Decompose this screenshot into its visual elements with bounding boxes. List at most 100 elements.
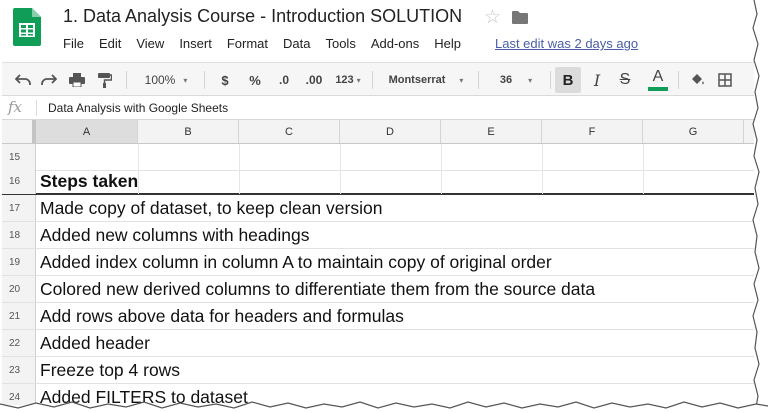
row-number[interactable]: 17 <box>2 195 36 221</box>
column-header-d[interactable]: D <box>340 120 441 143</box>
menu-add-ons[interactable]: Add-ons <box>371 36 419 51</box>
row-number[interactable]: 20 <box>2 276 36 302</box>
menu-view[interactable]: View <box>136 36 164 51</box>
table-row: 21 Add rows above data for headers and f… <box>2 303 754 330</box>
folder-icon[interactable] <box>512 11 528 24</box>
grid-line <box>542 144 543 194</box>
font-family-select[interactable]: Montserrat ▾ <box>380 63 472 97</box>
toolbar-divider <box>204 71 205 89</box>
borders-icon[interactable] <box>714 63 736 97</box>
menu-data[interactable]: Data <box>283 36 310 51</box>
table-row: 20 Colored new derived columns to differ… <box>2 276 754 303</box>
table-row: 18 Added new columns with headings <box>2 222 754 249</box>
grid-line <box>239 144 240 194</box>
text-color-button[interactable]: A <box>646 63 670 97</box>
cell-a21[interactable]: Add rows above data for headers and form… <box>40 306 404 327</box>
row-number[interactable]: 19 <box>2 249 36 275</box>
column-header-row: A B C D E F G <box>2 120 754 144</box>
chevron-down-icon: ▾ <box>528 75 533 85</box>
bold-button[interactable]: B <box>555 67 581 93</box>
table-row: 19 Added index column in column A to mai… <box>2 249 754 276</box>
last-edit-link[interactable]: Last edit was 2 days ago <box>495 36 638 51</box>
zoom-value: 100% <box>144 73 176 87</box>
cell-a22[interactable]: Added header <box>40 333 150 354</box>
row-number[interactable]: 16 <box>2 168 36 194</box>
font-size-value: 36 <box>499 74 513 86</box>
menu-edit[interactable]: Edit <box>99 36 121 51</box>
column-header-c[interactable]: C <box>239 120 340 143</box>
row-number[interactable]: 18 <box>2 222 36 248</box>
fill-color-icon[interactable] <box>686 63 708 97</box>
decrease-decimal-label: .0 <box>278 73 289 87</box>
menu-format[interactable]: Format <box>227 36 268 51</box>
grid-line <box>643 144 644 194</box>
formula-input[interactable]: Data Analysis with Google Sheets <box>48 101 228 115</box>
menu-bar: File Edit View Insert Format Data Tools … <box>63 36 638 51</box>
row-number[interactable]: 23 <box>2 357 36 383</box>
table-row: 23 Freeze top 4 rows <box>2 357 754 384</box>
star-icon[interactable]: ☆ <box>484 6 501 29</box>
currency-format-button[interactable]: $ <box>214 63 236 97</box>
toolbar-divider <box>550 71 551 89</box>
decrease-decimal-button[interactable]: .0 <box>272 63 296 97</box>
font-family-value: Montserrat <box>388 74 446 86</box>
redo-icon[interactable] <box>38 63 60 97</box>
toolbar: 100% ▾ $ % .0 .00 123 ▾ Montserrat ▾ 36 ▾ B … <box>2 62 754 96</box>
toolbar-divider <box>126 71 127 89</box>
select-all-corner[interactable] <box>2 120 36 143</box>
column-header-b[interactable]: B <box>138 120 239 143</box>
torn-edge-right <box>752 0 768 413</box>
cell-a19[interactable]: Added index column in column A to mainta… <box>40 252 552 273</box>
column-header-f[interactable]: F <box>542 120 643 143</box>
row-number[interactable]: 15 <box>2 144 36 170</box>
grid-line <box>138 144 139 194</box>
cell-a16[interactable]: Steps taken <box>40 171 138 192</box>
menu-file[interactable]: File <box>63 36 84 51</box>
table-row: 16 Steps taken <box>2 168 754 195</box>
percent-format-button[interactable]: % <box>242 63 268 97</box>
chevron-down-icon: ▾ <box>459 75 464 85</box>
grid-line <box>441 144 442 194</box>
menu-tools[interactable]: Tools <box>325 36 355 51</box>
zoom-select[interactable]: 100% ▾ <box>136 63 196 97</box>
cell-a20[interactable]: Colored new derived columns to different… <box>40 279 595 300</box>
title-area: 1. Data Analysis Course - Introduction S… <box>2 0 754 62</box>
fx-icon: fx <box>8 98 23 116</box>
torn-edge-bottom <box>0 401 768 413</box>
more-formats-label: 123 <box>335 74 354 86</box>
font-size-select[interactable]: 36 ▾ <box>486 63 546 97</box>
print-icon[interactable] <box>66 63 88 97</box>
paint-format-icon[interactable] <box>94 63 116 97</box>
formula-divider <box>36 100 37 116</box>
italic-button[interactable]: I <box>586 63 608 97</box>
chevron-down-icon: ▾ <box>183 75 188 85</box>
spreadsheet-window: 1. Data Analysis Course - Introduction S… <box>2 0 754 405</box>
cell-a17[interactable]: Made copy of dataset, to keep clean vers… <box>40 198 382 219</box>
table-row: 22 Added header <box>2 330 754 357</box>
grid-line <box>340 144 341 194</box>
row-number[interactable]: 22 <box>2 330 36 356</box>
menu-insert[interactable]: Insert <box>179 36 212 51</box>
column-header-a[interactable]: A <box>36 120 138 143</box>
menu-help[interactable]: Help <box>434 36 461 51</box>
text-color-letter: A <box>652 68 664 85</box>
increase-decimal-button[interactable]: .00 <box>300 63 328 97</box>
toolbar-divider <box>678 71 679 89</box>
toolbar-divider <box>372 71 373 89</box>
table-row: 15 <box>2 144 754 171</box>
sheets-logo-icon[interactable] <box>13 8 41 46</box>
column-header-e[interactable]: E <box>441 120 542 143</box>
cell-a23[interactable]: Freeze top 4 rows <box>40 360 180 381</box>
table-row: 17 Made copy of dataset, to keep clean v… <box>2 195 754 222</box>
increase-decimal-label: .00 <box>305 73 323 87</box>
undo-icon[interactable] <box>12 63 34 97</box>
row-number[interactable]: 21 <box>2 303 36 329</box>
chevron-down-icon: ▾ <box>356 75 361 85</box>
column-header-g[interactable]: G <box>643 120 744 143</box>
formula-bar: fx Data Analysis with Google Sheets <box>2 96 754 120</box>
text-color-swatch <box>648 87 668 91</box>
more-formats-select[interactable]: 123 ▾ <box>330 63 366 97</box>
strikethrough-button[interactable]: S <box>614 63 636 97</box>
document-title[interactable]: 1. Data Analysis Course - Introduction S… <box>63 6 462 27</box>
cell-a18[interactable]: Added new columns with headings <box>40 225 309 246</box>
